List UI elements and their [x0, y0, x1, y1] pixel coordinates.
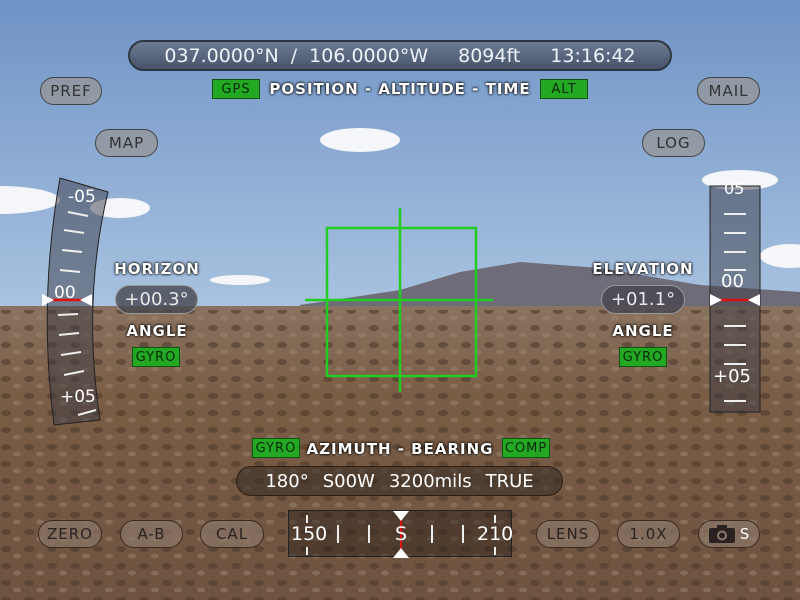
azimuth-title: AZIMUTH - BEARING	[306, 440, 494, 458]
bearing-degrees: 180°	[265, 470, 309, 492]
altitude: 8094ft	[458, 44, 521, 67]
mail-button[interactable]: MAIL	[697, 77, 760, 105]
horizon-angle-label: ANGLE	[126, 322, 188, 340]
ab-button[interactable]: A-B	[120, 520, 183, 548]
latitude: 037.0000°N	[164, 44, 279, 67]
pref-button[interactable]: PREF	[40, 77, 102, 105]
cal-button[interactable]: CAL	[200, 520, 264, 548]
tape-label-bottom: +05	[60, 387, 96, 407]
comp-badge[interactable]: COMP	[502, 438, 550, 458]
log-button[interactable]: LOG	[642, 129, 705, 157]
compass-center: S	[395, 523, 408, 545]
compass-right: 210	[477, 523, 514, 545]
elevation-angle-label: ANGLE	[612, 322, 674, 340]
camera-button[interactable]: S	[698, 520, 760, 548]
bearing-mils: 3200mils	[388, 470, 472, 492]
camera-suffix: S	[739, 525, 751, 543]
time: 13:16:42	[550, 44, 636, 67]
horizon-value: +00.3°	[115, 285, 198, 314]
horizon-tape[interactable]: -05 00 +05	[30, 170, 120, 430]
horizon-gyro-badge[interactable]: GYRO	[132, 347, 180, 367]
elevation-label: ELEVATION	[592, 260, 694, 278]
position-title: POSITION - ALTITUDE - TIME	[269, 80, 531, 98]
elevation-tape[interactable]: 05 00 +05	[700, 180, 775, 420]
separator: /	[290, 44, 298, 67]
tape-label-top: 05	[724, 180, 744, 198]
compass-left: 150	[291, 523, 328, 545]
crosshair	[305, 208, 493, 392]
elevation-gyro-badge[interactable]: GYRO	[619, 347, 667, 367]
alt-badge[interactable]: ALT	[540, 79, 588, 99]
azimuth-gyro-badge[interactable]: GYRO	[252, 438, 300, 458]
compass-strip[interactable]: 150 S 210	[288, 510, 514, 558]
bearing-readout: 180° S00W 3200mils TRUE	[236, 466, 563, 496]
horizon-label: HORIZON	[114, 260, 200, 278]
tape-label-top: -05	[68, 187, 96, 207]
bearing-quadrant: S00W	[322, 470, 375, 492]
camera-icon	[708, 525, 735, 543]
position-readout: 037.0000°N / 106.0000°W 8094ft 13:16:42	[128, 40, 672, 71]
tape-label-zero: 00	[54, 283, 76, 303]
gps-badge[interactable]: GPS	[212, 79, 260, 99]
tape-label-bottom: +05	[713, 366, 751, 387]
tape-label-zero: 00	[721, 271, 744, 292]
map-button[interactable]: MAP	[95, 129, 158, 157]
zero-button[interactable]: ZERO	[38, 520, 102, 548]
zoom-button[interactable]: 1.0X	[617, 520, 680, 548]
bearing-reference: TRUE	[485, 470, 534, 492]
lens-button[interactable]: LENS	[536, 520, 600, 548]
longitude: 106.0000°W	[309, 44, 429, 67]
elevation-value: +01.1°	[601, 285, 685, 314]
